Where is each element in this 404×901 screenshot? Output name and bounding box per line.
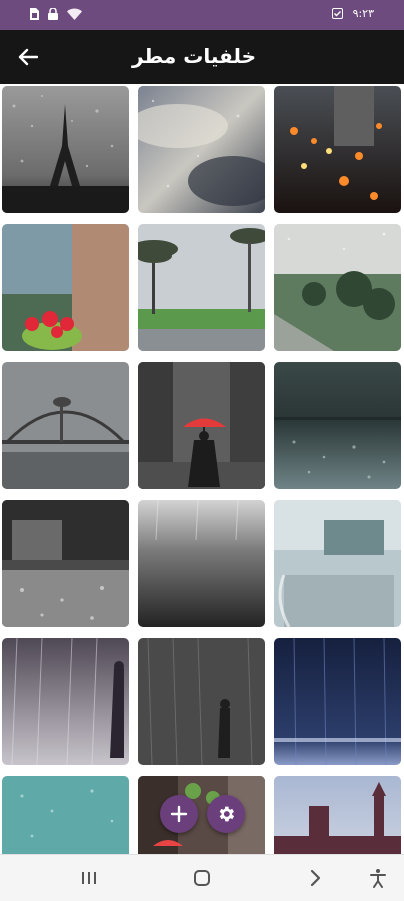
wallpaper-thumbnail-bw-street[interactable] bbox=[2, 500, 129, 627]
back-nav-button[interactable] bbox=[302, 865, 328, 891]
wallpaper-thumbnail-lake-drops[interactable] bbox=[274, 362, 401, 489]
back-button[interactable] bbox=[14, 43, 42, 71]
wallpaper-thumbnail-city-traffic[interactable] bbox=[274, 86, 401, 213]
wallpaper-thumbnail-eiffel-tower[interactable] bbox=[2, 86, 129, 213]
settings-button[interactable] bbox=[207, 795, 245, 833]
plus-icon bbox=[170, 805, 188, 823]
recent-apps-icon bbox=[82, 872, 96, 884]
wallpaper-thumbnail-car-window[interactable] bbox=[274, 500, 401, 627]
wallpaper-thumbnail-stormy-clouds[interactable] bbox=[138, 86, 265, 213]
status-bar: ٩:٢٣ bbox=[0, 0, 404, 30]
wallpaper-thumbnail-palm-trees[interactable] bbox=[138, 224, 265, 351]
checkbox-notification-icon bbox=[331, 8, 343, 19]
arrow-left-icon bbox=[18, 48, 38, 66]
gear-icon bbox=[219, 806, 235, 822]
app-bar: خلفيات مطر bbox=[0, 30, 404, 84]
accessibility-icon bbox=[370, 869, 386, 888]
wallpaper-thumbnail-man-heavy-rain[interactable] bbox=[2, 638, 129, 765]
wallpaper-grid[interactable] bbox=[2, 86, 402, 854]
wifi-icon bbox=[67, 8, 82, 20]
status-time: ٩:٢٣ bbox=[352, 7, 374, 20]
page-title: خلفيات مطر bbox=[131, 44, 256, 68]
status-icons-right: ٩:٢٣ bbox=[331, 7, 374, 20]
wallpaper-thumbnail-water-splashes[interactable] bbox=[138, 500, 265, 627]
status-icons-left bbox=[30, 8, 82, 20]
wallpaper-thumbnail-blue-rain-night[interactable] bbox=[274, 638, 401, 765]
recent-apps-button[interactable] bbox=[76, 865, 102, 891]
accessibility-button[interactable] bbox=[365, 865, 391, 891]
wallpaper-thumbnail-coastal-road[interactable] bbox=[274, 224, 401, 351]
wallpaper-thumbnail-big-ben[interactable] bbox=[274, 776, 401, 854]
wallpaper-thumbnail-red-flowers[interactable] bbox=[2, 224, 129, 351]
sim-icon bbox=[30, 8, 39, 20]
home-button[interactable] bbox=[189, 865, 215, 891]
home-icon bbox=[194, 870, 210, 886]
system-nav-bar bbox=[0, 854, 404, 901]
back-chevron-icon bbox=[310, 869, 321, 887]
wallpaper-thumbnail-red-umbrella-alley[interactable] bbox=[138, 362, 265, 489]
wallpaper-thumbnail-bridge[interactable] bbox=[2, 362, 129, 489]
wallpaper-thumbnail-person-dark-rain[interactable] bbox=[138, 638, 265, 765]
wallpaper-thumbnail-city-street[interactable] bbox=[138, 776, 265, 854]
wallpaper-thumbnail-teal-window[interactable] bbox=[2, 776, 129, 854]
add-button[interactable] bbox=[160, 795, 198, 833]
lock-icon bbox=[48, 8, 58, 20]
